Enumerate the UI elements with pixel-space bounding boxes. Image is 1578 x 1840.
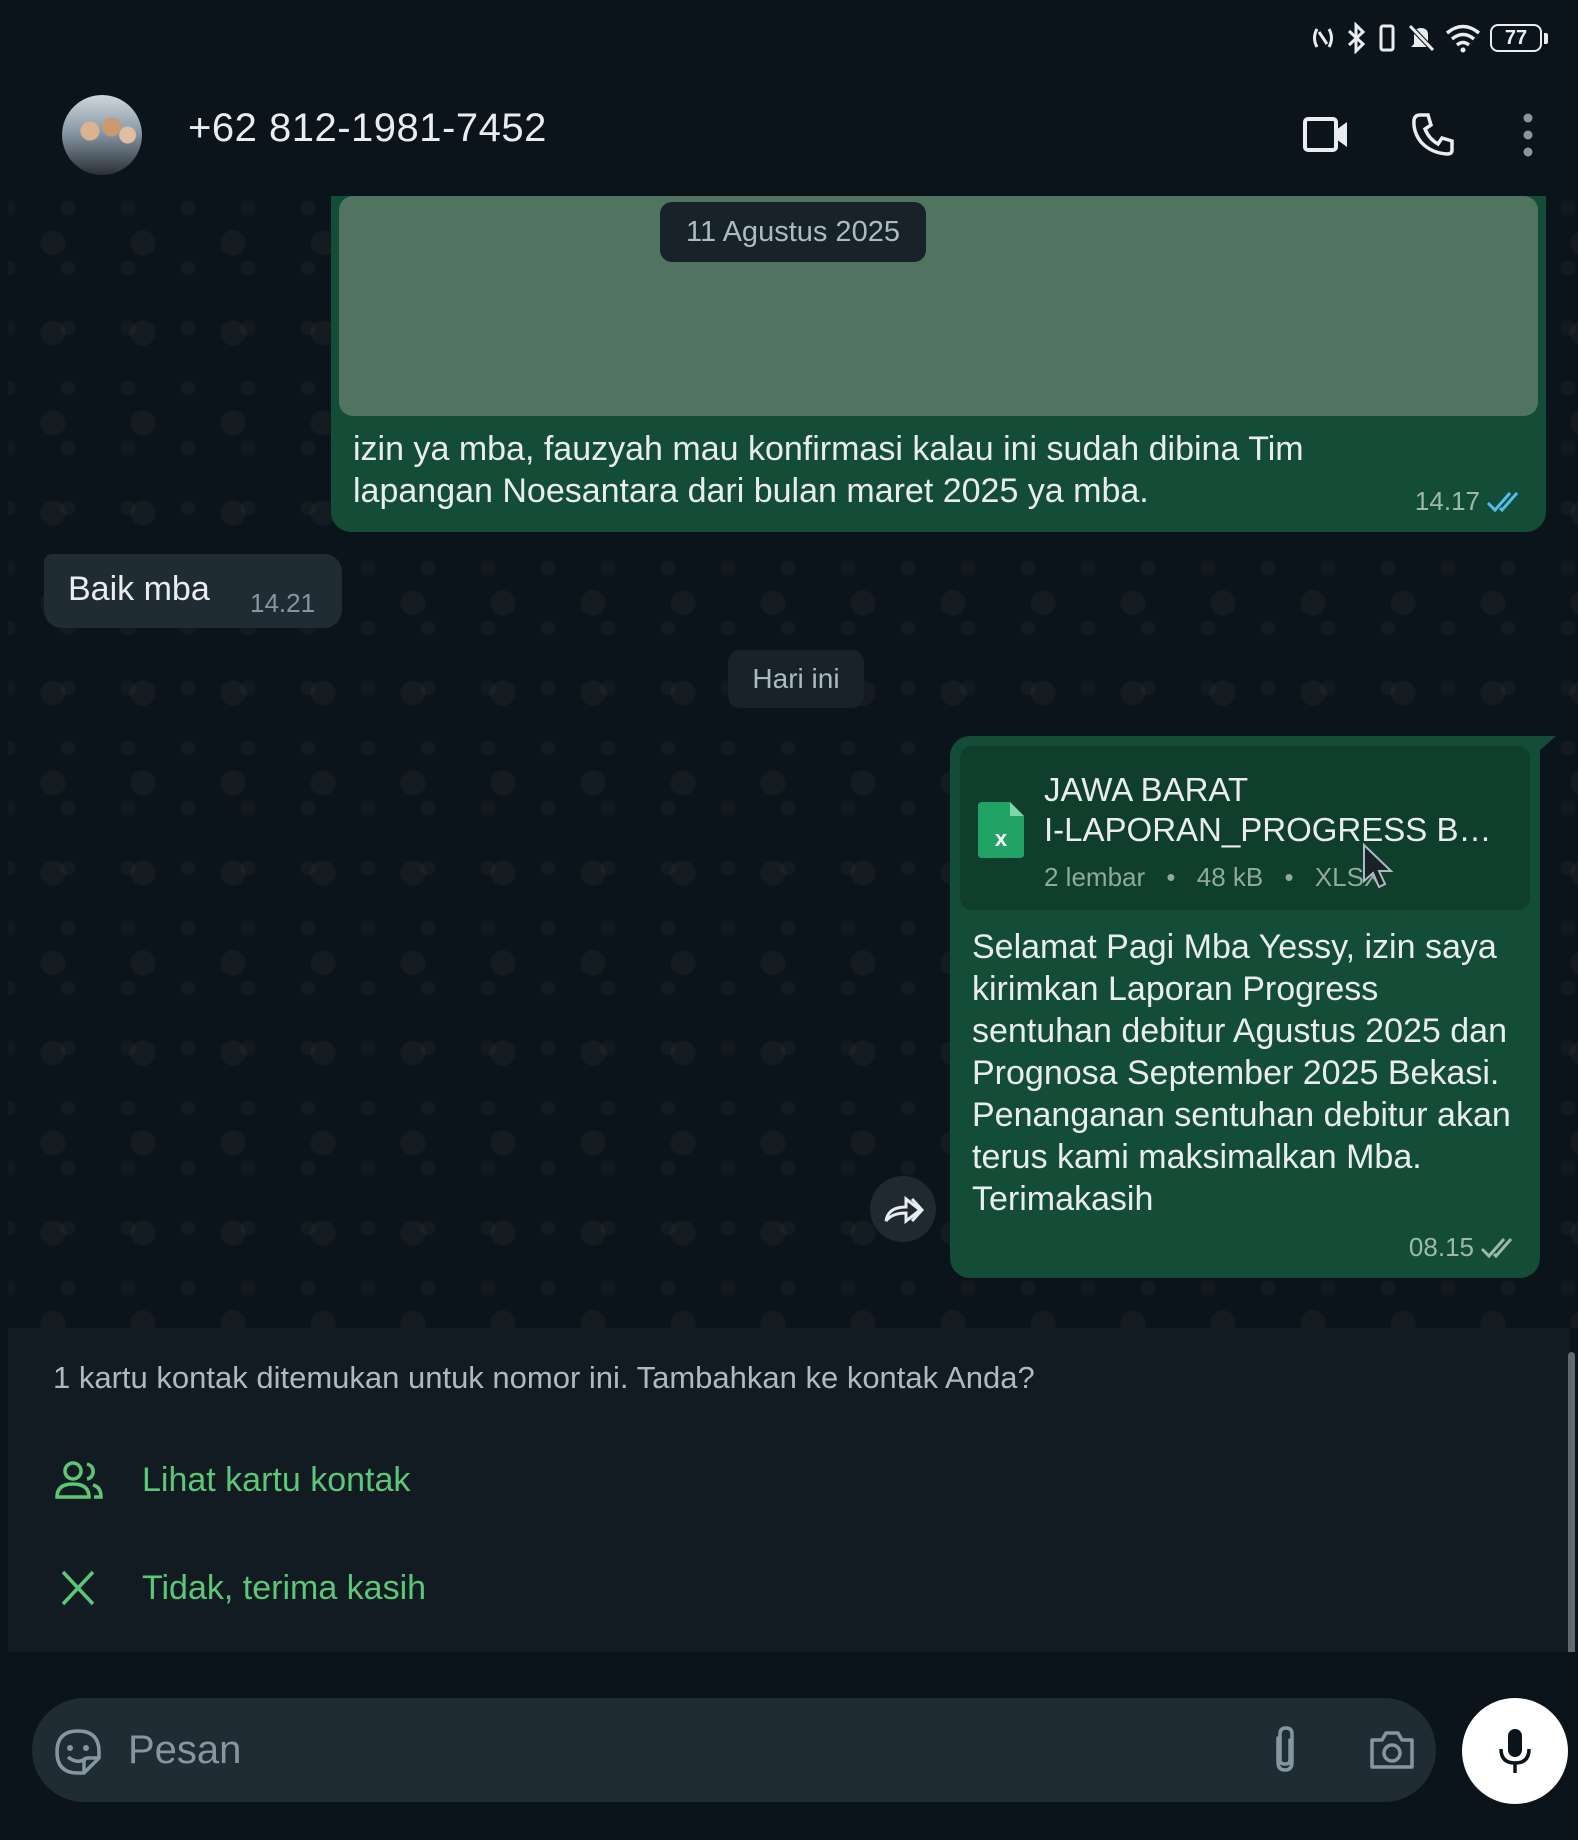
message-text: Baik mba [68, 570, 210, 608]
excel-file-icon: x [978, 802, 1024, 858]
meta-separator: • [1284, 862, 1294, 892]
view-contact-card-button[interactable]: Lihat kartu kontak [8, 1440, 1570, 1520]
more-options-icon[interactable] [1520, 110, 1536, 160]
meta-separator: • [1166, 862, 1176, 892]
message-composer[interactable] [32, 1698, 1436, 1802]
read-receipt-icon [1486, 491, 1519, 512]
suggestion-message: 1 kartu kontak ditemukan untuk nomor ini… [53, 1360, 1035, 1395]
bubble-tail [1538, 736, 1556, 752]
composer-area [0, 1652, 1578, 1840]
document-name-line-2: I-LAPORAN_PROGRESS B… [1044, 811, 1492, 848]
media-preview[interactable] [339, 196, 1538, 416]
mouse-cursor-icon [1363, 843, 1394, 889]
outgoing-message[interactable]: izin ya mba, fauzyah mau konfirmasi kala… [331, 196, 1546, 532]
date-separator: 11 Agustus 2025 [660, 202, 926, 262]
document-meta: 2 lembar • 48 kB • XLSX [1044, 862, 1381, 893]
scrollbar[interactable] [1568, 1352, 1575, 1688]
attach-icon[interactable] [1268, 1724, 1302, 1776]
status-bar: 77 [0, 0, 1578, 76]
avatar[interactable] [62, 95, 142, 175]
mute-icon [1408, 24, 1435, 52]
document-pages: 2 lembar [1044, 862, 1146, 892]
close-icon [61, 1570, 95, 1606]
document-name: JAWA BARAT I-LAPORAN_PROGRESS B… [1044, 770, 1491, 850]
nfc-icon [1313, 28, 1333, 48]
contacts-icon [55, 1461, 103, 1499]
document-name-line-1: JAWA BARAT [1044, 771, 1249, 808]
emoji-sticker-icon[interactable] [54, 1728, 102, 1776]
microphone-icon [1499, 1729, 1531, 1773]
contact-card-suggestion: 1 kartu kontak ditemukan untuk nomor ini… [8, 1328, 1570, 1652]
chat-header: +62 812-1981-7452 [0, 76, 1578, 198]
message-text: izin ya mba, fauzyah mau konfirmasi kala… [353, 430, 1304, 510]
outgoing-message[interactable]: x JAWA BARAT I-LAPORAN_PROGRESS B… 2 lem… [950, 736, 1540, 1278]
voice-message-button[interactable] [1462, 1698, 1568, 1804]
chat-area[interactable]: izin ya mba, fauzyah mau konfirmasi kala… [8, 196, 1578, 1328]
svg-text:x: x [995, 826, 1008, 851]
bluetooth-icon [1347, 22, 1366, 54]
incoming-message[interactable]: Baik mba 14.21 [44, 554, 342, 628]
vibrate-icon [1379, 24, 1395, 52]
battery-icon: 77 [1490, 24, 1548, 52]
forward-icon [884, 1195, 924, 1225]
message-time: 14.17 [1414, 486, 1480, 516]
document-size: 48 kB [1196, 862, 1264, 892]
camera-icon[interactable] [1368, 1728, 1416, 1772]
date-separator: Hari ini [728, 650, 864, 708]
battery-level: 77 [1490, 24, 1542, 52]
wifi-icon [1445, 24, 1481, 53]
message-time: 14.21 [250, 588, 316, 618]
message-text: Selamat Pagi Mba Yessy, izin saya kirimk… [972, 928, 1511, 1218]
delivered-receipt-icon [1480, 1237, 1513, 1258]
forward-button[interactable] [870, 1176, 936, 1242]
view-contact-card-label: Lihat kartu kontak [142, 1460, 411, 1499]
voice-call-icon[interactable] [1410, 110, 1456, 160]
dismiss-suggestion-button[interactable]: Tidak, terima kasih [8, 1548, 1570, 1628]
contact-title[interactable]: +62 812-1981-7452 [188, 106, 547, 151]
dismiss-label: Tidak, terima kasih [142, 1568, 427, 1607]
message-input[interactable] [128, 1716, 1228, 1784]
document-attachment[interactable]: x JAWA BARAT I-LAPORAN_PROGRESS B… 2 lem… [960, 746, 1530, 910]
video-call-icon[interactable] [1302, 110, 1350, 160]
message-time: 08.15 [1408, 1232, 1474, 1262]
